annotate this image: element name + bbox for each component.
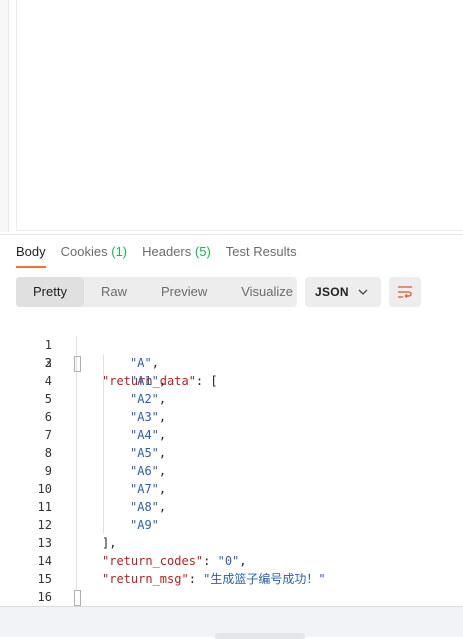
- line-number: 12: [37, 518, 52, 532]
- bracket-match-box: [74, 355, 81, 372]
- format-select[interactable]: JSON: [305, 277, 381, 307]
- json-string: "A": [130, 356, 152, 370]
- json-string: "生成篮子编号成功！": [203, 572, 326, 586]
- tab-headers[interactable]: Headers (5): [142, 240, 211, 268]
- json-key: "return_msg": [102, 572, 189, 586]
- line-number: 7: [44, 428, 52, 442]
- response-tabs: Body Cookies (1) Headers (5) Test Result…: [16, 240, 297, 268]
- request-body-editor[interactable]: [0, 0, 463, 232]
- json-string: "A6": [130, 464, 159, 478]
- headers-count: (5): [194, 244, 211, 259]
- format-select-value: JSON: [315, 285, 349, 299]
- json-string: "A8": [130, 500, 159, 514]
- view-raw-button[interactable]: Raw: [84, 277, 144, 307]
- response-json-viewer[interactable]: 1 2 "return_data": [ 3 "A", 4 "A1", 5 "A2",…: [0, 318, 463, 606]
- line-number: 13: [37, 536, 52, 550]
- bottom-status-bar: [0, 606, 463, 639]
- close-brace: [74, 588, 81, 606]
- json-string: "A9": [130, 518, 159, 532]
- tab-test-results-label: Test Results: [225, 244, 297, 259]
- line-number: 4: [44, 374, 52, 388]
- editor-gutter: [0, 0, 9, 232]
- wrap-lines-button[interactable]: [389, 277, 421, 307]
- json-string: "A5": [130, 446, 159, 460]
- view-preview-button[interactable]: Preview: [144, 277, 224, 307]
- open-brace: [74, 354, 81, 372]
- view-visualize-button[interactable]: Visualize: [224, 277, 310, 307]
- line-number: 15: [37, 572, 52, 586]
- json-string: "A2": [130, 392, 159, 406]
- line-number: 5: [44, 392, 52, 406]
- line-number: 9: [44, 464, 52, 478]
- tab-headers-label: Headers: [142, 244, 192, 259]
- json-string: "A3": [130, 410, 159, 424]
- tab-cookies[interactable]: Cookies (1): [61, 240, 127, 268]
- view-pretty-button[interactable]: Pretty: [16, 277, 84, 307]
- bracket-match-box: [74, 589, 81, 606]
- chevron-down-icon: [358, 289, 368, 295]
- json-key: "return_codes": [102, 554, 204, 568]
- line-number: 3: [44, 356, 52, 370]
- view-mode-toggle: Pretty Raw Preview Visualize: [16, 277, 297, 307]
- line-number: 14: [37, 554, 52, 568]
- line-number: 16: [37, 590, 52, 604]
- json-string: "A1": [130, 374, 159, 388]
- cookies-count: (1): [111, 244, 128, 259]
- json-string: "A7": [130, 482, 159, 496]
- line-number: 11: [37, 500, 52, 514]
- line-number: 10: [37, 482, 52, 496]
- line-number: 6: [44, 410, 52, 424]
- tab-body[interactable]: Body: [16, 240, 46, 268]
- line-number: 8: [44, 446, 52, 460]
- tab-test-results[interactable]: Test Results: [226, 240, 297, 268]
- tab-body-label: Body: [16, 244, 46, 259]
- wrap-lines-icon: [398, 286, 412, 298]
- editor-content[interactable]: [16, 0, 463, 231]
- taskbar-tab[interactable]: [215, 633, 305, 639]
- json-string: "A4": [130, 428, 159, 442]
- tab-cookies-label: Cookies: [60, 244, 108, 259]
- code-line: 1: [0, 318, 81, 372]
- json-string: "0": [217, 554, 240, 568]
- pane-divider[interactable]: [0, 234, 463, 235]
- code-line: 2 "return_data": [: [0, 336, 218, 388]
- indent-guide: [76, 336, 77, 590]
